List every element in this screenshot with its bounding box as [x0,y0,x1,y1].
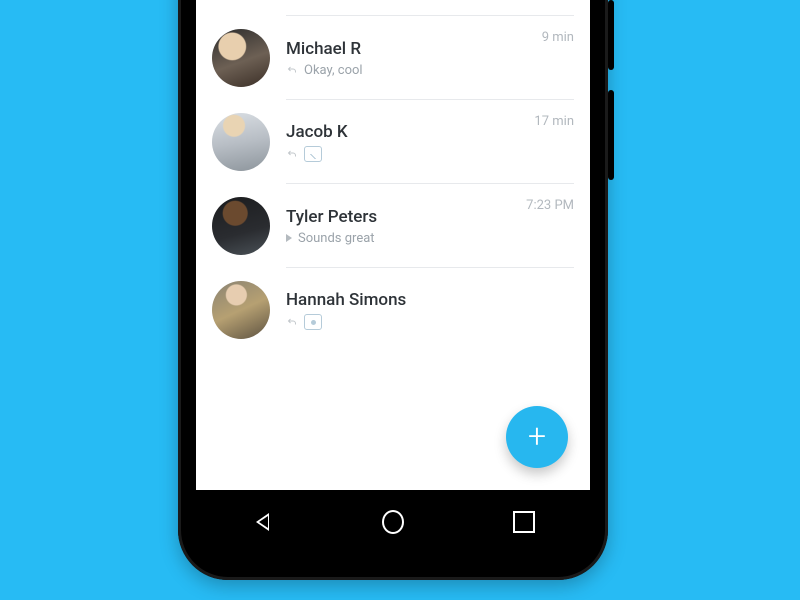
conversation-row[interactable]: Jacob K 17 min [196,100,590,184]
reply-icon [286,316,298,328]
conversation-preview: Okay, cool [286,63,532,78]
recent-icon [513,511,535,533]
avatar [212,281,270,339]
conversation-preview [286,314,564,330]
conversation-row[interactable]: Michael R Okay, cool 9 min [196,16,590,100]
conversation-time: 9 min [542,16,574,45]
conversation-meta: Michael R Okay, cool [286,39,532,78]
conversation-name: Michael R [286,39,532,59]
avatar [212,113,270,171]
nav-home-button[interactable] [382,511,404,533]
reply-icon [286,64,298,76]
conversation-row[interactable]: Hannah Simons [196,268,590,352]
nav-recent-button[interactable] [513,511,535,533]
conversation-meta: Tyler Peters Sounds great [286,207,516,246]
camera-icon [304,314,322,330]
conversation-name: Hannah Simons [286,290,564,310]
conversation-row[interactable]: Hannah, Tyler, Michael, Rakes... I'll be… [196,0,590,16]
phone-side-button [608,0,614,70]
preview-text: Sounds great [298,231,375,246]
stage: Hannah, Tyler, Michael, Rakes... I'll be… [0,0,800,600]
avatar [212,29,270,87]
avatar [212,197,270,255]
image-icon [304,146,322,162]
conversation-time: 7:23 PM [526,184,574,213]
conversation-preview [286,146,524,162]
reply-icon [286,148,298,160]
conversation-name: Tyler Peters [286,207,516,227]
nav-back-button[interactable] [251,511,273,533]
home-icon [382,510,404,534]
conversation-name: Jacob K [286,122,524,142]
back-icon [253,513,271,531]
phone-frame: Hannah, Tyler, Michael, Rakes... I'll be… [178,0,608,580]
conversation-meta: Jacob K [286,122,524,162]
conversation-row[interactable]: Tyler Peters Sounds great 7:23 PM [196,184,590,268]
conversation-preview: Sounds great [286,231,516,246]
app-screen: Hannah, Tyler, Michael, Rakes... I'll be… [196,0,590,490]
conversation-meta: Hannah Simons [286,290,564,330]
android-nav-bar [196,492,590,552]
conversation-time: 17 min [534,100,574,129]
preview-text: Okay, cool [304,63,363,78]
compose-fab[interactable]: + [506,406,568,468]
plus-icon: + [528,420,546,452]
phone-side-button [608,90,614,180]
sent-icon [286,234,292,242]
